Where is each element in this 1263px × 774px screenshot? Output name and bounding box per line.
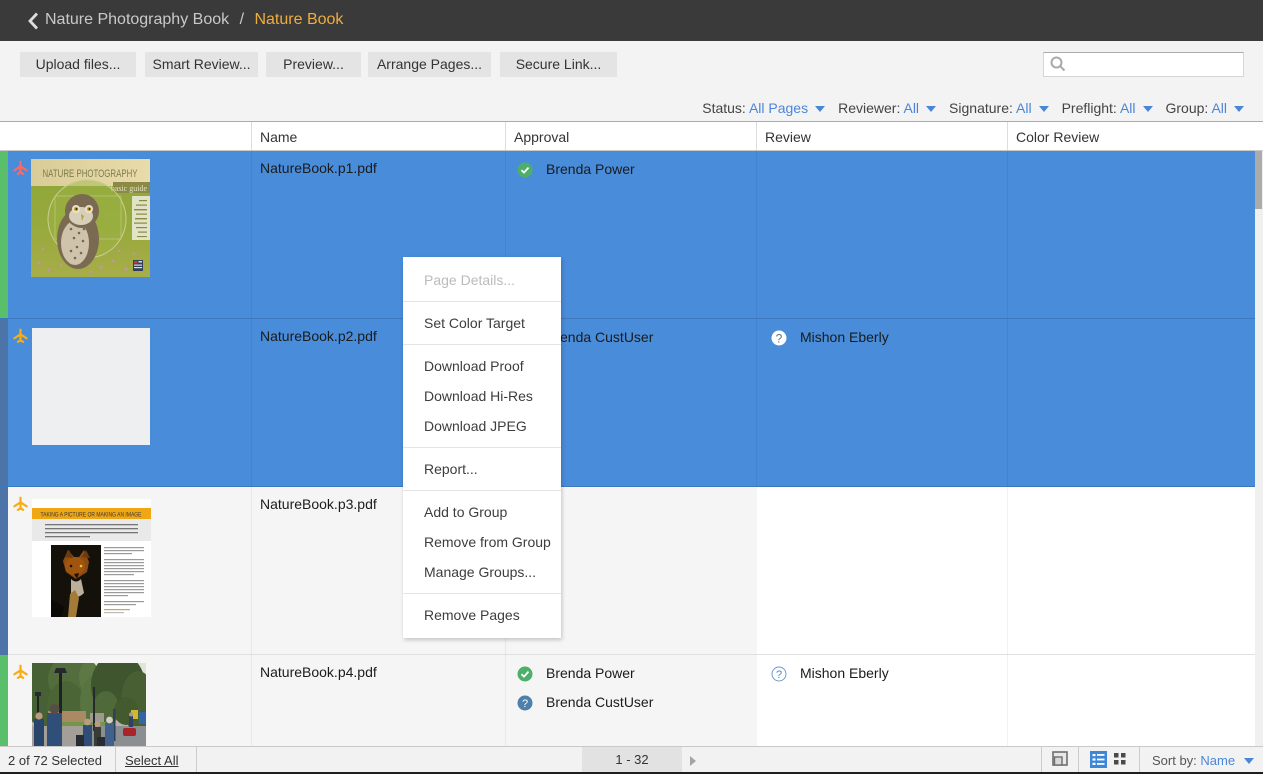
svg-text:NATURE PHOTOGRAPHY: NATURE PHOTOGRAPHY: [43, 168, 138, 180]
svg-text:?: ?: [776, 669, 782, 681]
svg-text:basic guide: basic guide: [111, 184, 148, 193]
svg-text:TAKING A PICTURE OR MAKING AN: TAKING A PICTURE OR MAKING AN IMAGE: [41, 512, 143, 519]
svg-text:?: ?: [776, 331, 783, 345]
svg-text:?: ?: [522, 698, 528, 710]
